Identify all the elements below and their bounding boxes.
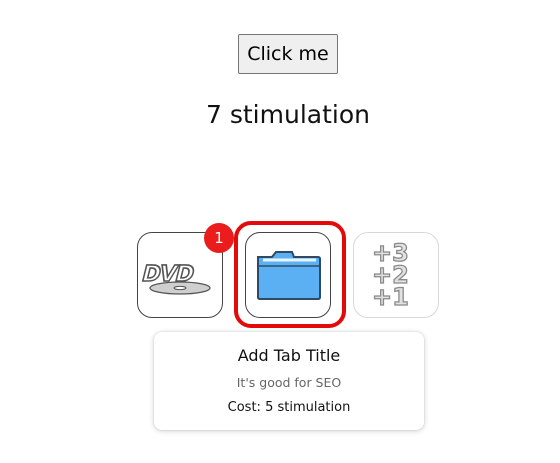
upgrade-tooltip: Add Tab Title It's good for SEO Cost: 5 … <box>154 332 424 430</box>
stimulation-counter: 7 stimulation <box>206 100 370 129</box>
upgrade-folder-tile[interactable] <box>245 232 331 318</box>
folder-icon <box>257 251 321 300</box>
notification-badge: 1 <box>204 223 234 253</box>
plus-three-two-one-icon: +3 +2 +1 <box>371 238 409 311</box>
tooltip-cost: Cost: 5 stimulation <box>227 400 351 415</box>
page: Click me 7 stimulation DVD +3 +2 +1 1 Ad… <box>0 0 560 463</box>
tooltip-description: It's good for SEO <box>236 375 342 390</box>
svg-text:+1: +1 <box>372 283 409 311</box>
tooltip-title: Add Tab Title <box>237 346 341 365</box>
click-me-button[interactable]: Click me <box>238 34 338 74</box>
upgrade-bonus-tile[interactable]: +3 +2 +1 <box>353 232 439 318</box>
